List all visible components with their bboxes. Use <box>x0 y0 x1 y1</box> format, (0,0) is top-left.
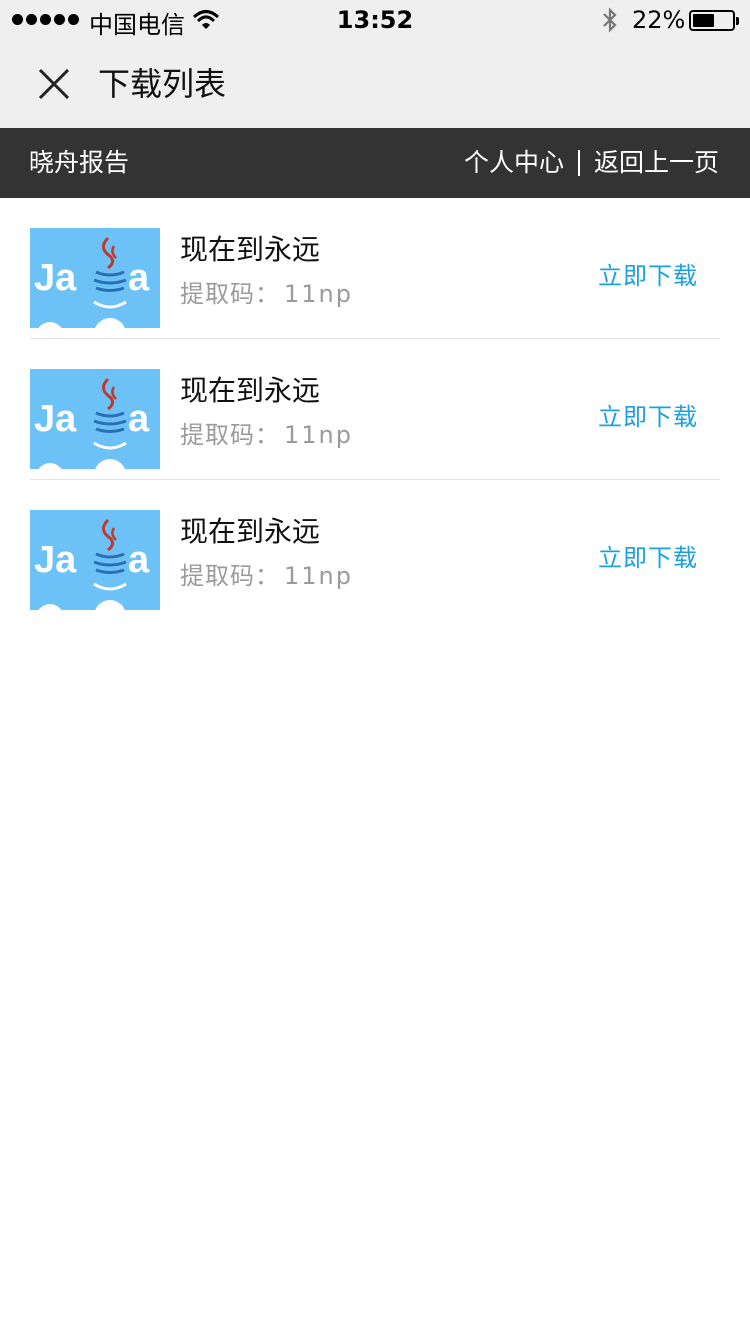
list-item: Ja a 现在到永远 提取码： 11np 立即下载 <box>30 339 720 480</box>
list-item: Ja a 现在到永远 提取码： 11np 立即下载 <box>30 198 720 339</box>
list-item: Ja a 现在到永远 提取码： 11np 立即下载 <box>30 480 720 621</box>
code-value: 11np <box>284 280 353 308</box>
status-bar: 中国电信 13:52 22% <box>0 0 750 40</box>
svg-text:Ja: Ja <box>34 539 77 581</box>
java-logo-text: Ja <box>34 257 77 299</box>
svg-text:Ja: Ja <box>34 398 77 440</box>
item-title: 现在到永远 <box>180 515 321 548</box>
personal-center-link[interactable]: 个人中心 <box>464 128 564 198</box>
extraction-code: 提取码： 11np <box>180 560 353 592</box>
site-header: 晓舟报告 个人中心 返回上一页 <box>0 128 750 198</box>
link-divider <box>577 150 580 176</box>
java-logo-thumbnail: Ja a <box>30 510 160 610</box>
code-label: 提取码： <box>180 421 280 449</box>
header-links: 个人中心 返回上一页 <box>464 128 719 198</box>
code-value: 11np <box>284 421 353 449</box>
battery-fill <box>693 14 714 27</box>
download-button[interactable]: 立即下载 <box>598 542 698 574</box>
download-button[interactable]: 立即下载 <box>598 401 698 433</box>
extraction-code: 提取码： 11np <box>180 278 353 310</box>
java-logo-thumbnail: Ja a <box>30 228 160 328</box>
site-name: 晓舟报告 <box>29 148 130 177</box>
code-label: 提取码： <box>180 280 280 308</box>
battery-icon <box>689 10 739 31</box>
download-button[interactable]: 立即下载 <box>598 260 698 292</box>
extraction-code: 提取码： 11np <box>180 419 353 451</box>
svg-text:a: a <box>128 257 150 299</box>
code-value: 11np <box>284 562 353 590</box>
java-logo-thumbnail: Ja a <box>30 369 160 469</box>
bluetooth-icon <box>600 6 620 40</box>
nav-bar: 下载列表 <box>0 40 750 128</box>
item-title: 现在到永远 <box>180 374 321 407</box>
svg-text:a: a <box>128 539 150 581</box>
close-icon[interactable] <box>34 64 74 104</box>
item-title: 现在到永远 <box>180 233 321 266</box>
page-title: 下载列表 <box>98 65 227 103</box>
back-link[interactable]: 返回上一页 <box>594 128 719 198</box>
battery-percent: 22% <box>632 6 686 34</box>
download-list: Ja a 现在到永远 提取码： 11np 立即下载 Ja a 现在到永远 提取码… <box>30 198 720 621</box>
svg-text:a: a <box>128 398 150 440</box>
code-label: 提取码： <box>180 562 280 590</box>
